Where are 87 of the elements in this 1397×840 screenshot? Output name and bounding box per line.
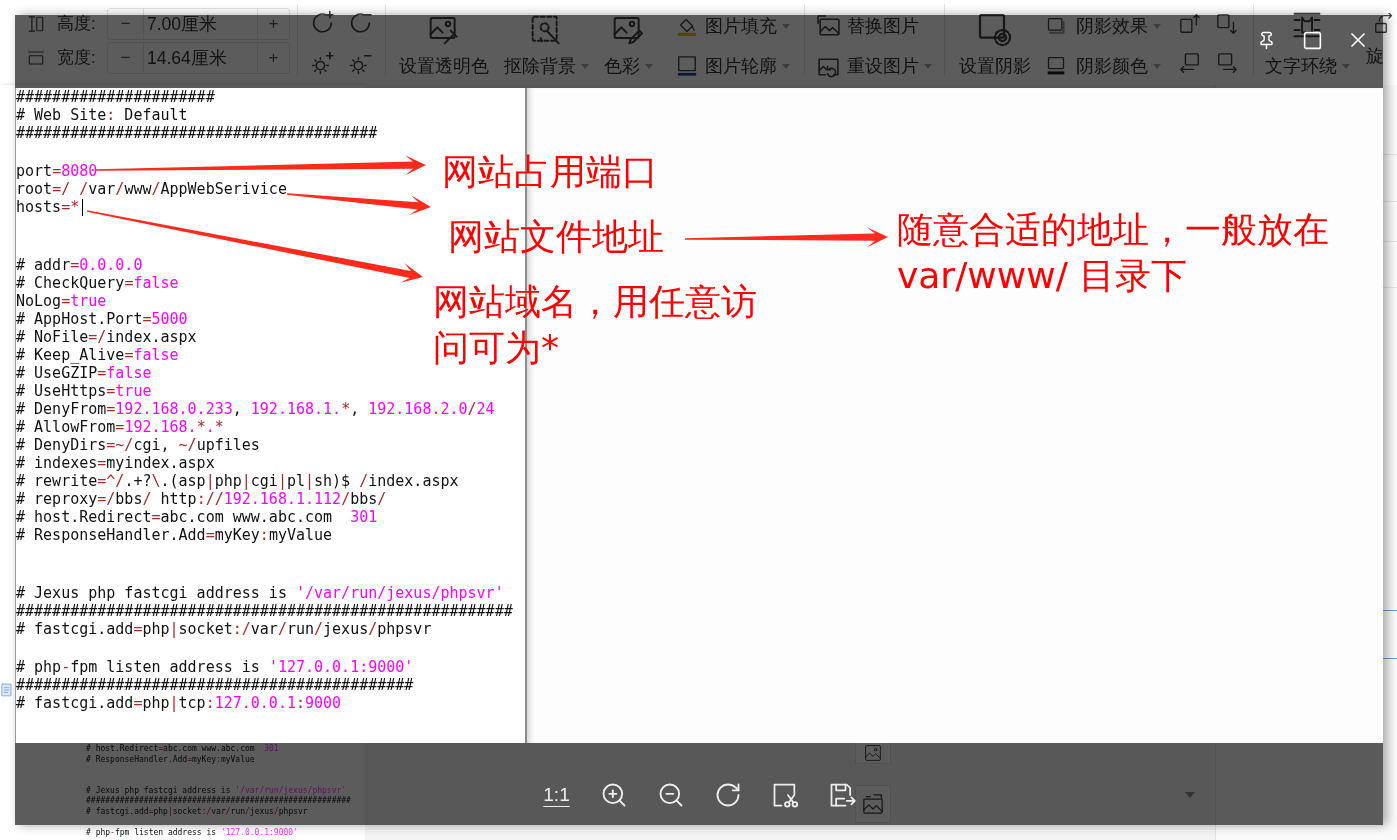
picture-icon [863, 794, 883, 814]
height-icon [27, 15, 45, 33]
picture-swap-icon [816, 13, 841, 39]
code-line: ############################################ [16, 676, 414, 694]
arc-minus-icon [348, 10, 373, 35]
toolbar-button[interactable]: 重设图片 [816, 50, 932, 82]
code-line: # ResponseHandler.Add=myKey:myValue [16, 526, 333, 544]
code-line: NoLog=true [16, 292, 107, 310]
square-bar-icon [1046, 56, 1066, 76]
code-line: # fastcgi.add=php|socket:/var/run/jexus/phpsvr [16, 620, 432, 638]
rotate-icon [1374, 13, 1395, 34]
field-label: 宽度: [57, 47, 97, 70]
toolbar-button[interactable]: 阴影颜色 [1046, 50, 1161, 82]
size-input[interactable]: 7.00厘米 [144, 9, 257, 39]
code-line: # addr=0.0.0.0 [16, 256, 143, 274]
code-line: # AppHost.Port=5000 [16, 310, 188, 328]
caret-icon [1185, 792, 1195, 798]
toolbar-button[interactable]: 抠除背景 [500, 0, 592, 78]
sun-plus-icon [310, 51, 335, 76]
toolbar-button[interactable]: 色彩 [600, 0, 656, 78]
code-line: # UseHttps=true [16, 382, 152, 400]
picture-icon [865, 745, 881, 761]
arc-plus-icon [310, 10, 335, 35]
code-line: # indexes=myindex.aspx [16, 454, 215, 472]
toolbar-button[interactable]: 设置透明色 [396, 0, 492, 78]
code-line: # php-fpm listen address is '127.0.0.1:9000' [86, 827, 298, 838]
code-line: # fastcgi.add=php|socket:/var/run/jexus/phpsvr [86, 806, 308, 818]
code-line: root=/ /var/www/AppWebSerivice [16, 180, 287, 198]
square-shadow-icon [1046, 16, 1066, 36]
size-input[interactable]: 14.64厘米 [144, 43, 257, 73]
annotation-text: 随意合适的地址，一般放在 var/www/ 目录下 [897, 208, 1329, 298]
toolbar-button[interactable] [1216, 13, 1238, 35]
code-line: # DenyDirs=~/cgi, ~/upfiles [16, 436, 260, 454]
code-line: # reproxy=/bbs/ http://192.168.1.112/bbs/ [16, 490, 387, 508]
annotation-text: 网站占用端口 [442, 150, 658, 194]
code-line: # NoFile=/index.aspx [16, 328, 197, 346]
toolbar-button[interactable]: 文字环绕 [1264, 0, 1350, 78]
code-line: # rewrite=^/.+?\.(asp|php|cgi|pl|sh)$ /index.aspx [16, 472, 459, 490]
code-line: hosts=* [16, 198, 80, 216]
code-line: ####################################################### [86, 796, 351, 807]
width-icon [27, 49, 45, 67]
code-line: port=8080 [16, 162, 98, 180]
code-line: # CheckQuery=false [16, 274, 179, 292]
toolbar-button[interactable]: 阴影效果 [1046, 10, 1161, 42]
text-wrap-icon [1292, 10, 1322, 40]
increment-button[interactable]: + [257, 43, 289, 73]
code-line: # host.Redirect=abc.com www.abc.com 301 [16, 508, 378, 526]
dashed-frame-wand-icon [530, 14, 562, 46]
field-label: 高度: [57, 13, 97, 36]
code-line: # Jexus php fastcgi address is '/var/run/jexus/phpsvr' [16, 584, 504, 602]
code-line: # fastcgi.add=php|tcp:127.0.0.1:9000 [16, 694, 342, 712]
code-line: # Web Site: Default [16, 106, 188, 124]
toolbar-button[interactable] [1179, 13, 1201, 35]
square-arrow-up-icon [1179, 13, 1201, 35]
increment-button[interactable]: + [257, 9, 289, 39]
toolbar-button[interactable] [310, 10, 335, 35]
square-arrow-left-icon [1179, 52, 1201, 74]
code-line: ###################### [16, 88, 215, 106]
toolbar-button[interactable] [348, 10, 373, 35]
toolbar-button[interactable]: 替换图片 [816, 10, 932, 42]
toolbar-button[interactable]: 图片轮廓 [676, 50, 790, 82]
square-arrow-down-icon [1216, 13, 1238, 35]
annotation-text: 网站文件地址 [448, 215, 664, 259]
maximize-icon [1301, 29, 1323, 51]
toolbar-button[interactable]: 旋 [1366, 0, 1395, 68]
code-line: # host.Redirect=abc.com www.abc.com 301 [86, 744, 279, 755]
square-arrow-right-icon [1216, 52, 1238, 74]
code-line: # UseGZIP=false [16, 364, 152, 382]
outline-square-icon [676, 55, 698, 77]
code-line: ####################################################### [16, 602, 513, 620]
frame-gear-icon [977, 12, 1013, 48]
code-line: # Jexus php fastcgi address is '/var/run/jexus/phpsvr' [86, 786, 347, 796]
code-line: # Keep_Alive=false [16, 346, 179, 364]
code-line: # AllowFrom=192.168.*.* [16, 418, 224, 436]
decrement-button[interactable]: − [108, 43, 144, 73]
picture-pipette-icon [428, 14, 460, 46]
code-line: ######################################## [16, 124, 378, 142]
annotation-text: 网站域名，用任意访 问可为* [433, 280, 757, 370]
code-line: # php-fpm listen address is '127.0.0.1:9000' [16, 658, 414, 676]
toolbar-button[interactable]: 图片填充 [676, 10, 790, 42]
code-line: # DenyFrom=192.168.0.233, 192.168.1.*, 192.168.2.0/24 [16, 400, 495, 418]
actual-size-button[interactable]: 1:1 [528, 775, 585, 815]
decrement-button[interactable]: − [108, 9, 144, 39]
picture-pencil-icon [612, 14, 644, 46]
document-icon [0, 683, 14, 697]
code-line: # ResponseHandler.Add=myKey:myValue [86, 754, 255, 766]
toolbar-button[interactable]: 设置阴影 [955, 0, 1035, 78]
